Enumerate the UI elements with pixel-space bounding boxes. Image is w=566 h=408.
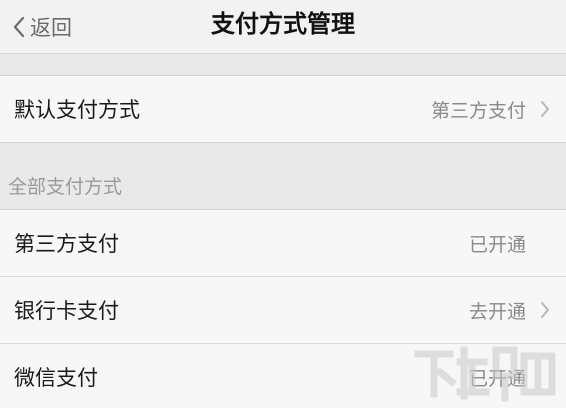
payment-row-wechat[interactable]: 微信支付 已开通: [0, 344, 566, 408]
page-title: 支付方式管理: [211, 10, 355, 38]
payment-method-status: 已开通: [468, 233, 526, 256]
default-payment-label: 默认支付方式: [14, 98, 140, 122]
navigation-bar: 返回 支付方式管理: [0, 0, 566, 54]
section-gap: [0, 54, 566, 76]
chevron-right-icon: [540, 300, 552, 320]
payment-row-bank-card[interactable]: 银行卡支付 去开通: [0, 277, 566, 343]
payment-method-status: 去开通: [468, 300, 526, 323]
payment-method-label: 微信支付: [14, 366, 98, 390]
default-payment-value: 第三方支付: [430, 99, 526, 122]
payment-method-label: 第三方支付: [14, 232, 119, 256]
all-payment-methods-header: 全部支付方式: [0, 142, 566, 210]
default-payment-row[interactable]: 默认支付方式 第三方支付: [0, 76, 566, 142]
payment-method-status: 已开通: [468, 367, 526, 390]
payment-method-label: 银行卡支付: [14, 299, 119, 323]
chevron-right-icon: [540, 99, 552, 119]
payment-row-third-party[interactable]: 第三方支付 已开通: [0, 210, 566, 276]
